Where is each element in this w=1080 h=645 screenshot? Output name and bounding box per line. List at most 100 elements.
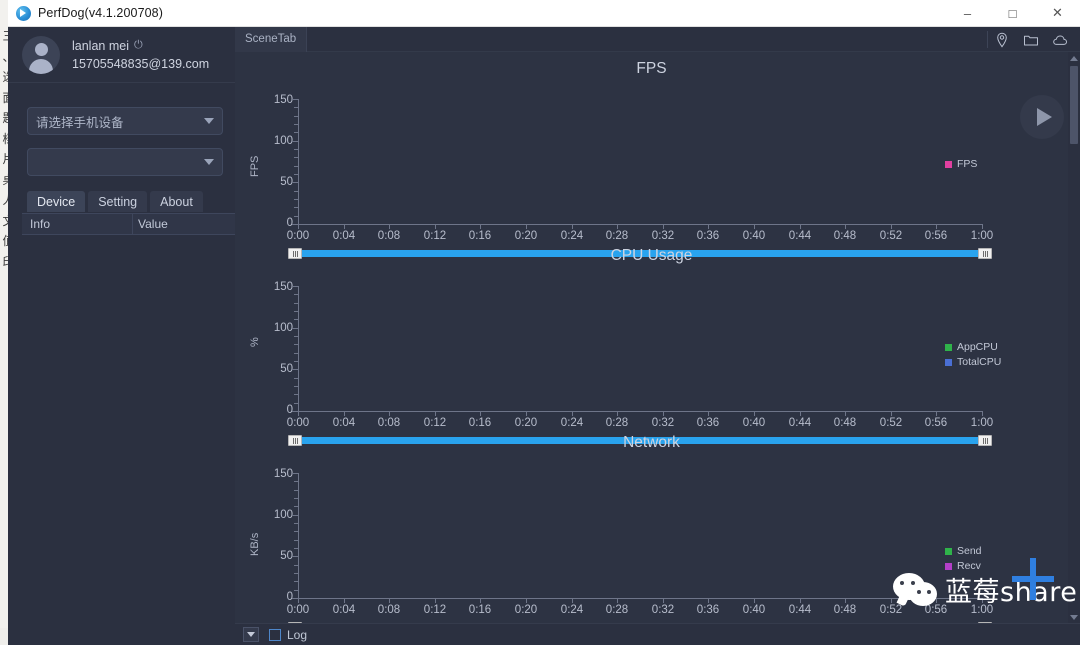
device-select[interactable]: 请选择手机设备 — [27, 107, 223, 135]
legend-swatch-icon — [945, 160, 952, 168]
ytick-minor — [294, 199, 298, 200]
ytick-minor — [294, 174, 298, 175]
chevron-down-icon — [204, 159, 214, 165]
chart-xaxis-network — [298, 598, 982, 599]
info-table-body — [22, 235, 235, 635]
chevron-down-icon — [247, 632, 255, 637]
ytick-minor — [294, 531, 298, 532]
ytick-major — [292, 515, 298, 516]
xtick — [344, 224, 345, 229]
xtick — [982, 224, 983, 229]
xtick — [344, 411, 345, 416]
chart-yaxis-network — [298, 473, 299, 598]
ytick-minor — [294, 116, 298, 117]
perfdog-logo-icon — [16, 5, 31, 21]
ytick-minor — [294, 149, 298, 150]
ytick-minor — [294, 498, 298, 499]
xtick — [936, 224, 937, 229]
xtick — [891, 598, 892, 603]
xtick — [663, 598, 664, 603]
ytick-minor — [294, 157, 298, 158]
ytick-minor — [294, 540, 298, 541]
xtick — [526, 598, 527, 603]
legend-label: Send — [957, 545, 982, 557]
minimize-button[interactable]: – — [945, 0, 990, 26]
close-button[interactable]: ✕ — [1035, 0, 1080, 26]
scrollbar-thumb[interactable] — [1070, 66, 1078, 144]
ytick-minor — [294, 490, 298, 491]
xtick-label: 0:56 — [924, 604, 948, 616]
device-select-value: 请选择手机设备 — [36, 114, 124, 130]
log-checkbox[interactable] — [269, 628, 281, 641]
log-dropdown-button[interactable] — [243, 627, 259, 642]
xtick — [754, 598, 755, 603]
legend-item: Recv — [945, 560, 982, 572]
location-pin-icon[interactable] — [994, 32, 1010, 48]
tab-device[interactable]: Device — [27, 191, 86, 212]
ytick-minor — [294, 124, 298, 125]
ytick-major — [292, 473, 298, 474]
play-button[interactable] — [1020, 95, 1064, 139]
ytick-label: 50 — [280, 176, 293, 188]
xtick — [663, 224, 664, 229]
user-avatar-icon — [22, 35, 60, 74]
chart-legend-network: Send Recv — [945, 545, 982, 575]
ytick-minor — [294, 353, 298, 354]
xtick-label: 0:12 — [423, 604, 447, 616]
xtick — [298, 411, 299, 416]
legend-item: Send — [945, 545, 982, 557]
column-header-info: Info — [30, 217, 51, 231]
xtick — [891, 224, 892, 229]
chart-xaxis-cpu — [298, 411, 982, 412]
xtick-label: 0:24 — [560, 604, 584, 616]
legend-label: TotalCPU — [957, 356, 1002, 368]
ytick-minor — [294, 506, 298, 507]
chart-legend-fps: FPS — [945, 158, 977, 173]
chevron-up-icon — [1070, 55, 1078, 61]
xtick-label: 1:00 — [970, 604, 994, 616]
ytick-label: 100 — [273, 509, 293, 521]
tab-setting[interactable]: Setting — [88, 191, 148, 212]
ytick-minor — [294, 394, 298, 395]
xtick — [708, 598, 709, 603]
ytick-minor — [294, 590, 298, 591]
scroll-up-button[interactable] — [1068, 52, 1080, 64]
xtick — [800, 224, 801, 229]
tab-scenetab[interactable]: SceneTab — [235, 26, 308, 52]
ytick-minor — [294, 565, 298, 566]
ytick-minor — [294, 336, 298, 337]
chart-yaxis-fps — [298, 99, 299, 224]
ytick-minor — [294, 166, 298, 167]
bottom-bar: Log — [235, 623, 1080, 645]
chart-legend-cpu: AppCPU TotalCPU — [945, 341, 1001, 371]
xtick — [800, 598, 801, 603]
legend-label: Recv — [957, 560, 981, 572]
cloud-icon[interactable] — [1052, 32, 1068, 48]
xtick — [982, 411, 983, 416]
maximize-button[interactable]: □ — [990, 0, 1035, 26]
ytick-minor — [294, 481, 298, 482]
log-checkbox-group[interactable]: Log — [269, 628, 307, 642]
xtick-label: 0:28 — [605, 604, 629, 616]
power-icon[interactable]: ⏻ — [134, 39, 143, 52]
ytick-label: 150 — [273, 468, 293, 480]
app-select[interactable] — [27, 148, 223, 176]
xtick — [435, 411, 436, 416]
charts-vertical-scrollbar[interactable] — [1068, 52, 1080, 623]
xtick — [845, 598, 846, 603]
scroll-down-button[interactable] — [1068, 611, 1080, 623]
chart-title-fps: FPS — [636, 60, 667, 77]
xtick — [663, 411, 664, 416]
ytick-minor — [294, 191, 298, 192]
ytick-minor — [294, 132, 298, 133]
header-icons — [994, 27, 1068, 52]
ytick-minor — [294, 573, 298, 574]
xtick — [708, 224, 709, 229]
xtick-label: 0:08 — [377, 604, 401, 616]
maximize-icon: □ — [1008, 5, 1017, 21]
xtick — [891, 411, 892, 416]
xtick — [435, 598, 436, 603]
folder-icon[interactable] — [1023, 32, 1039, 48]
xtick — [754, 224, 755, 229]
tab-about[interactable]: About — [150, 191, 203, 212]
